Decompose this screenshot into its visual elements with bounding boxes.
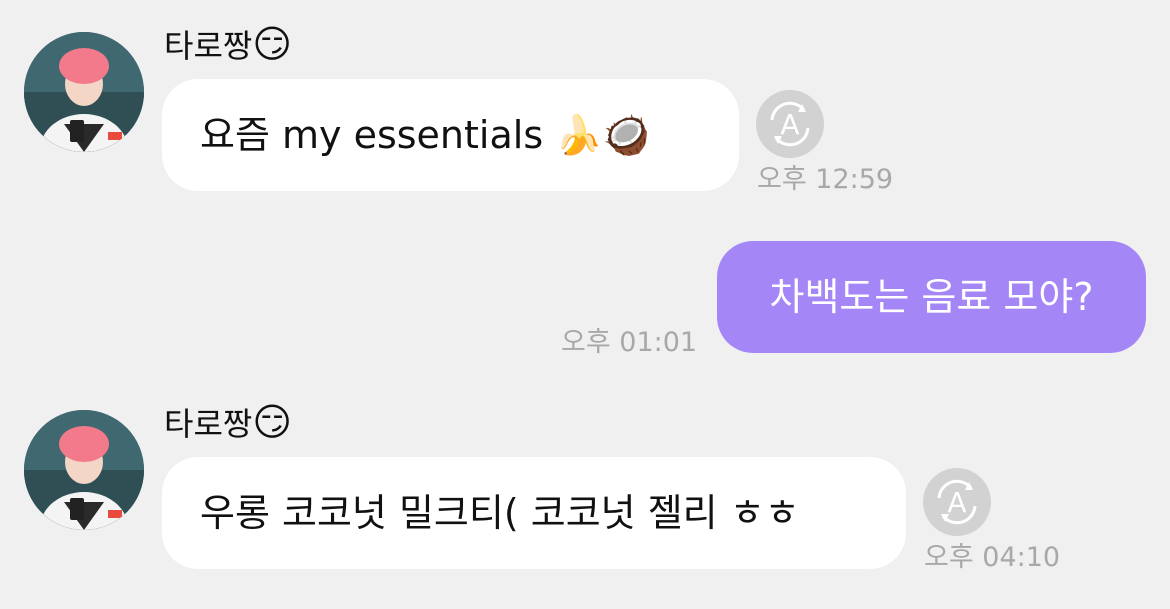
sender-name-text: 타로짱 (164, 405, 253, 443)
translate-icon: A (770, 101, 810, 147)
translate-button[interactable]: A (923, 468, 991, 536)
sender-name: 타로짱😏 (164, 22, 292, 68)
sender-emoji: 😏 (252, 400, 292, 444)
svg-text:A: A (780, 108, 799, 141)
message-bubble[interactable]: 차백도는 음료 모야? (717, 241, 1146, 353)
message-text: 요즘 my essentials 🍌🥥 (200, 113, 650, 157)
message-text: 우롱 코코넛 밀크티( 코코넛 젤리 ㅎㅎ (200, 491, 800, 535)
message-timestamp: 오후 04:10 (924, 542, 1061, 573)
avatar[interactable] (24, 410, 144, 530)
avatar[interactable] (24, 32, 144, 152)
sender-emoji: 😏 (252, 22, 292, 66)
message-timestamp: 오후 12:59 (757, 164, 894, 195)
translate-button[interactable]: A (756, 90, 824, 158)
message-text: 차백도는 음료 모야? (769, 275, 1094, 319)
sender-name: 타로짱😏 (164, 400, 292, 446)
svg-text:A: A (947, 486, 966, 519)
sender-name-text: 타로짱 (164, 27, 253, 65)
message-timestamp: 오후 01:01 (561, 327, 698, 358)
message-bubble[interactable]: 요즘 my essentials 🍌🥥 (162, 79, 739, 191)
message-bubble[interactable]: 우롱 코코넛 밀크티( 코코넛 젤리 ㅎㅎ (162, 457, 906, 569)
translate-icon: A (937, 479, 977, 525)
